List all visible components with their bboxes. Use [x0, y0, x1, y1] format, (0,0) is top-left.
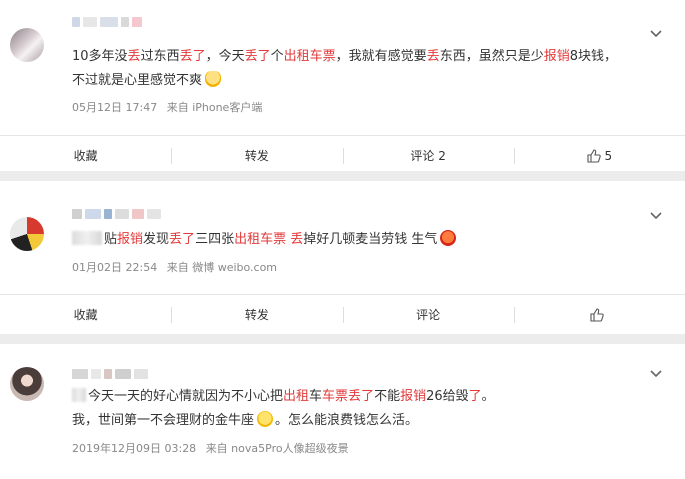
highlight-keyword: 丢了 — [244, 49, 271, 64]
chevron-down-icon[interactable] — [649, 26, 663, 40]
highlight-keyword: 丢了 — [179, 49, 206, 64]
post-text-segment: 车 — [309, 389, 323, 404]
action-bar: 收藏 转发 评论 — [0, 294, 685, 334]
post-text-segment: 发现 — [143, 232, 170, 247]
angry-emoji-icon — [440, 230, 457, 246]
post-date[interactable]: 2019年12月09日 03:28 — [72, 442, 196, 455]
post-text: 今天一天的好心情就因为不小心把出租车车票丢了不能报销26给毁了。 我，世间第一不… — [72, 385, 495, 433]
post-text-line2a: 我，世间第一不会理财的金牛座 — [72, 413, 255, 428]
comment-button[interactable]: 评论 2 — [342, 136, 514, 175]
weibo-post-1: 10多年没丢过东西丢了，今天丢了个出租车票，我就有感觉要丢东西，虽然只是少报销8… — [0, 0, 685, 171]
post-text-segment: 。 — [481, 389, 495, 404]
favorite-button[interactable]: 收藏 — [0, 136, 171, 175]
like-button[interactable] — [513, 295, 685, 334]
post-source: 来自 iPhone客户端 — [166, 101, 263, 114]
post-text-segment: 不能 — [374, 389, 401, 404]
post-text-segment: 东西，虽然只是少 — [439, 49, 544, 64]
post-date[interactable]: 05月12日 17:47 — [72, 101, 157, 114]
thumbs-up-icon — [590, 307, 605, 322]
avatar[interactable] — [10, 217, 44, 251]
like-button[interactable]: 5 — [513, 136, 685, 175]
post-text-segment: 8块钱， — [569, 49, 617, 64]
weibo-post-2: 贴报销发现丢了三四张出租车票 丢掉好几顿麦当劳钱 生气 01月02日 22:54… — [0, 181, 685, 334]
highlight-keyword: 出租车票 — [234, 232, 287, 247]
chevron-down-icon[interactable] — [649, 208, 663, 222]
smile-emoji-icon — [257, 411, 274, 427]
post-text-line2: 不过就是心里感觉不爽 — [72, 73, 203, 88]
highlight-keyword: 报销 — [543, 49, 570, 64]
thumbs-up-icon — [586, 148, 601, 163]
post-text-segment: 贴 — [104, 232, 118, 247]
highlight-keyword: 丢 — [127, 49, 141, 64]
post-meta: 01月02日 22:54 来自 微博 weibo.com — [72, 259, 283, 275]
chevron-down-icon[interactable] — [649, 366, 663, 380]
highlight-keyword: 出租车票 — [283, 49, 336, 64]
username-blurred[interactable] — [72, 16, 142, 28]
highlight-keyword: 车票丢了 — [322, 389, 375, 404]
post-text-segment: 过东西 — [140, 49, 180, 64]
post-text-segment: 10多年没 — [72, 49, 128, 64]
post-text: 10多年没丢过东西丢了，今天丢了个出租车票，我就有感觉要丢东西，虽然只是少报销8… — [72, 45, 617, 93]
post-text-line2b: 。怎么能浪费钱怎么活。 — [275, 413, 419, 428]
post-source: 来自 nova5Pro人像超级夜景 — [205, 442, 349, 455]
post-date[interactable]: 01月02日 22:54 — [72, 261, 157, 274]
favorite-button[interactable]: 收藏 — [0, 295, 171, 334]
avatar[interactable] — [10, 28, 44, 62]
repost-button[interactable]: 转发 — [171, 136, 342, 175]
post-text: 贴报销发现丢了三四张出租车票 丢掉好几顿麦当劳钱 生气 — [72, 228, 457, 252]
post-text-segment: 掉好几顿麦当劳钱 生气 — [303, 232, 438, 247]
username-blurred[interactable] — [72, 368, 148, 380]
highlight-keyword: 了 — [468, 389, 482, 404]
post-text-segment: ，今天 — [205, 49, 245, 64]
weibo-post-3: 今天一天的好心情就因为不小心把出租车车票丢了不能报销26给毁了。 我，世间第一不… — [0, 344, 685, 479]
highlight-keyword: 出租 — [283, 389, 310, 404]
comment-button[interactable]: 评论 — [342, 295, 514, 334]
post-text-segment: ，我就有感觉要 — [335, 49, 427, 64]
highlight-keyword: 丢 — [426, 49, 440, 64]
avatar[interactable] — [10, 367, 44, 401]
post-meta: 05月12日 17:47 来自 iPhone客户端 — [72, 99, 268, 115]
highlight-keyword: 丢 — [290, 232, 304, 247]
post-meta: 2019年12月09日 03:28 来自 nova5Pro人像超级夜景 — [72, 440, 355, 456]
post-source: 来自 微博 weibo.com — [166, 261, 278, 274]
repost-button[interactable]: 转发 — [171, 295, 342, 334]
highlight-keyword: 丢了 — [169, 232, 196, 247]
post-text-segment: 三四张 — [195, 232, 235, 247]
post-text-segment: 今天一天的好心情就因为不小心把 — [88, 389, 284, 404]
post-text-segment: 个 — [270, 49, 284, 64]
post-text-segment: 26给毁 — [426, 389, 469, 404]
highlight-keyword: 报销 — [400, 389, 427, 404]
action-bar: 收藏 转发 评论 2 5 — [0, 135, 685, 175]
username-blurred[interactable] — [72, 208, 161, 220]
highlight-keyword: 报销 — [117, 232, 144, 247]
cry-emoji-icon — [205, 71, 222, 87]
